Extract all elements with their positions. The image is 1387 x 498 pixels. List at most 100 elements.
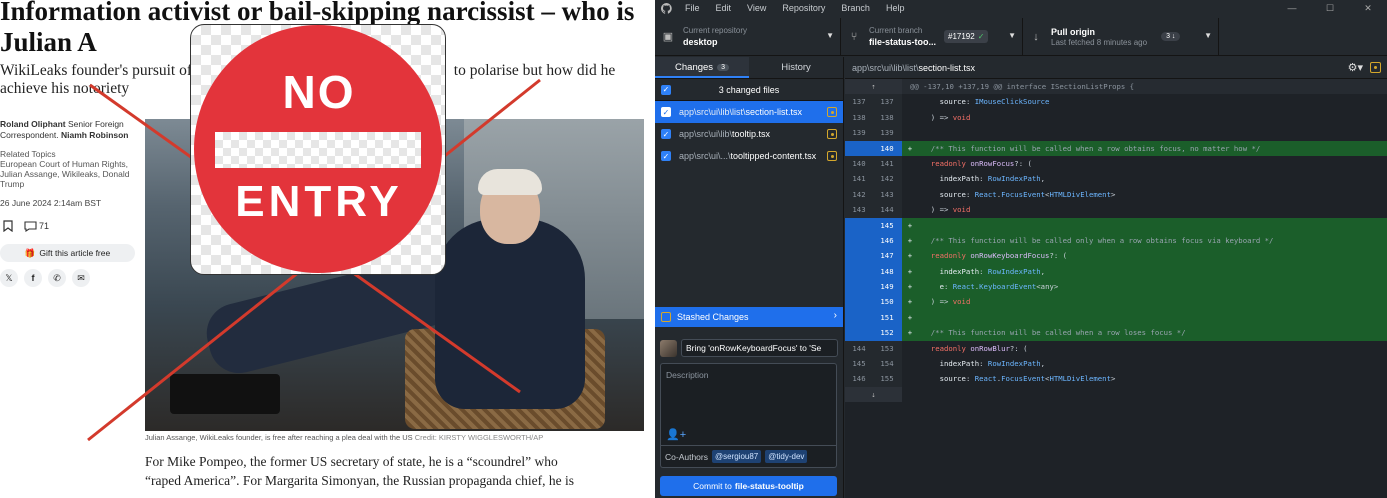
old-line-number: 137 [852, 97, 866, 107]
add-coauthor-icon[interactable]: 👤+ [666, 428, 686, 441]
email-share-icon[interactable]: ✉ [72, 269, 90, 287]
code-text: /** This function will be called when a … [922, 143, 1261, 153]
coauthors-label: Co-Authors [665, 451, 708, 462]
photo-caption: Julian Assange, WikiLeaks founder, is fr… [145, 433, 543, 442]
whatsapp-share-icon[interactable]: ✆ [48, 269, 66, 287]
diff-added-line[interactable]: 149 + e: React.KeyboardEvent<any> [845, 279, 1387, 295]
byline-author[interactable]: Roland Oliphant [0, 119, 66, 129]
line-number-gutter[interactable]: 141 142 [845, 171, 902, 187]
maximize-icon[interactable]: ☐ [1311, 0, 1349, 16]
diff-context-line[interactable]: 140 141 readonly onRowFocus?: ( [845, 155, 1387, 172]
diff-added-line[interactable]: 146 + /** This function will be called on… [845, 232, 1387, 249]
line-number-gutter[interactable]: 152 [845, 325, 902, 341]
comments-button[interactable]: 71 [24, 220, 49, 232]
diff-added-line[interactable]: 147 + readonly onRowKeyboardFocus?: ( [845, 248, 1387, 264]
menu-help[interactable]: Help [878, 3, 913, 13]
file-name: tooltip.tsx [732, 129, 771, 139]
file-checkbox[interactable]: ✓ [661, 129, 671, 139]
bookmark-icon[interactable] [0, 218, 16, 234]
diff-added-line[interactable]: 150 + ) => void [845, 294, 1387, 310]
file-checkbox[interactable]: ✓ [661, 151, 671, 161]
close-icon[interactable]: ✕ [1349, 0, 1387, 16]
line-number-gutter[interactable]: 149 [845, 279, 902, 295]
minimize-icon[interactable]: — [1273, 0, 1311, 16]
diff-context-line[interactable]: 141 142 indexPath: RowIndexPath, [845, 171, 1387, 187]
line-number-gutter[interactable]: 146 155 [845, 371, 902, 387]
pull-origin-button[interactable]: ↓ Pull origin Last fetched 8 minutes ago… [1023, 18, 1219, 55]
tab-history[interactable]: History [749, 57, 843, 78]
chevron-down-icon[interactable]: ▼ [1204, 31, 1212, 40]
old-line-number: 144 [852, 343, 866, 353]
gift-article-button[interactable]: 🎁 Gift this article free [0, 244, 135, 262]
menu-view[interactable]: View [739, 3, 774, 13]
old-line-number: 145 [852, 359, 866, 369]
stashed-changes-row[interactable]: Stashed Changes › [655, 307, 843, 327]
pull-request-badge[interactable]: #17192 ✓ [944, 30, 989, 43]
file-list-item[interactable]: ✓ app\src\ui\lib\list\section-list.tsx [655, 101, 843, 123]
expand-down-icon[interactable]: ⇣ [845, 386, 902, 403]
diff-context-line[interactable]: 138 138 ) => void [845, 109, 1387, 126]
select-all-checkbox[interactable]: ✓ [661, 84, 671, 95]
line-number-gutter[interactable]: 140 141 [845, 155, 902, 172]
facebook-share-icon[interactable]: f [24, 269, 42, 287]
diff-added-line[interactable]: 151 + [845, 309, 1387, 326]
menu-branch[interactable]: Branch [833, 3, 878, 13]
diff-context-line[interactable]: 144 153 readonly onRowBlur?: ( [845, 340, 1387, 357]
diff-added-line[interactable]: 145 + [845, 217, 1387, 233]
chevron-down-icon: ▼ [1008, 31, 1016, 40]
line-number-gutter[interactable]: 142 143 [845, 186, 902, 203]
line-number-gutter[interactable]: 145 [845, 217, 902, 233]
line-number-gutter[interactable]: 140 [845, 140, 902, 156]
byline-author-2[interactable]: Niamh Robinson [61, 130, 129, 140]
title-bar: File Edit View Repository Branch Help — … [655, 0, 1387, 16]
line-number-gutter[interactable]: 148 [845, 263, 902, 280]
commit-summary-input[interactable]: Bring 'onRowKeyboardFocus' to 'Se [681, 339, 838, 357]
coauthors-field[interactable]: Co-Authors @sergiou87 @tidy-dev [660, 446, 837, 468]
tab-changes[interactable]: Changes 3 [655, 57, 749, 78]
menu-edit[interactable]: Edit [708, 3, 740, 13]
code-text: readonly onRowFocus?: ( [930, 158, 1032, 168]
old-line-number: 143 [852, 205, 866, 215]
related-topics[interactable]: European Court of Human Rights, Julian A… [0, 159, 135, 189]
gear-icon[interactable]: ⚙▾ [1348, 61, 1363, 74]
diff-context-line[interactable]: 146 155 source: React.FocusEvent<HTMLDivE… [845, 371, 1387, 387]
menu-file[interactable]: File [677, 3, 708, 13]
expand-up-icon[interactable]: ⇡ [845, 79, 902, 95]
commit-description-input[interactable]: Description 👤+ [660, 363, 837, 446]
line-number-gutter[interactable]: 150 [845, 294, 902, 310]
line-number-gutter[interactable]: 146 [845, 232, 902, 249]
share-row: 𝕏 f ✆ ✉ [0, 269, 90, 287]
modified-file-icon [827, 151, 837, 161]
avatar [660, 339, 677, 357]
line-number-gutter[interactable]: 145 154 [845, 356, 902, 372]
diff-added-line[interactable]: 140 + /** This function will be called wh… [845, 140, 1387, 156]
line-number-gutter[interactable]: 147 [845, 248, 902, 264]
coauthor-chip[interactable]: @sergiou87 [712, 450, 762, 463]
no-entry-sign: NO ENTRY [190, 24, 446, 275]
branch-selector[interactable]: ⑂ Current branch file-status-too... #171… [841, 18, 1023, 55]
line-number-gutter[interactable]: 138 138 [845, 109, 902, 126]
menu-repository[interactable]: Repository [774, 3, 833, 13]
chevron-down-icon: ▼ [826, 31, 834, 40]
diff-context-line[interactable]: 145 154 indexPath: RowIndexPath, [845, 356, 1387, 372]
code-text: e: React.KeyboardEvent<any> [939, 282, 1059, 292]
diff-context-line[interactable]: 139 139 [845, 125, 1387, 141]
line-number-gutter[interactable]: 143 144 [845, 202, 902, 218]
diff-added-line[interactable]: 152 + /** This function will be called wh… [845, 325, 1387, 341]
commit-button[interactable]: Commit to file-status-tooltip [660, 476, 837, 496]
diff-added-line[interactable]: 148 + indexPath: RowIndexPath, [845, 263, 1387, 280]
line-number-gutter[interactable]: 151 [845, 309, 902, 326]
repository-selector[interactable]: ▣ Current repository desktop ▼ [655, 18, 841, 55]
coauthor-chip[interactable]: @tidy-dev [765, 450, 808, 463]
file-list-item[interactable]: ✓ app\src\ui\...\tooltipped-content.tsx [655, 145, 843, 167]
line-number-gutter[interactable]: 139 139 [845, 125, 902, 141]
line-number-gutter[interactable]: 144 153 [845, 340, 902, 357]
diff-context-line[interactable]: 137 137 source: IMouseClickSource [845, 94, 1387, 110]
diff-context-line[interactable]: 142 143 source: React.FocusEvent<HTMLDivE… [845, 186, 1387, 203]
diff-context-line[interactable]: 143 144 ) => void [845, 202, 1387, 218]
x-share-icon[interactable]: 𝕏 [0, 269, 18, 287]
file-list-item[interactable]: ✓ app\src\ui\lib\tooltip.tsx [655, 123, 843, 145]
code-text: source: React.FocusEvent<HTMLDivElement> [939, 374, 1116, 384]
file-checkbox[interactable]: ✓ [661, 107, 671, 117]
line-number-gutter[interactable]: 137 137 [845, 94, 902, 110]
